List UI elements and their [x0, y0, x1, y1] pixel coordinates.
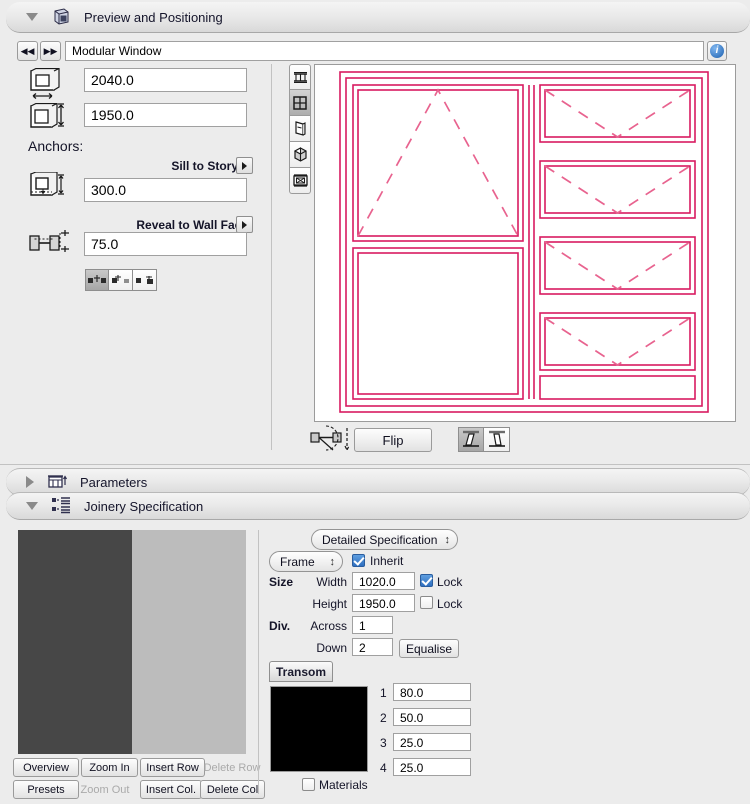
- width-lock-label: Lock: [437, 575, 463, 589]
- height-lock-label: Lock: [437, 597, 463, 611]
- size-label: Size: [269, 575, 294, 589]
- joinery-list-icon: [50, 495, 72, 517]
- section-title-joinery: Joinery Specification: [84, 498, 204, 514]
- reveal-anchor-field[interactable]: 75.0: [84, 232, 247, 256]
- section-separator-top: [0, 464, 750, 465]
- chevron-right-icon: [242, 161, 247, 170]
- info-button[interactable]: i: [707, 41, 727, 61]
- orientation-right[interactable]: [484, 427, 510, 452]
- window-width-icon: [28, 68, 62, 100]
- div-label: Div.: [269, 619, 291, 633]
- section-header-joinery[interactable]: Joinery Specification: [6, 492, 750, 520]
- anchors-label: Anchors:: [28, 138, 84, 154]
- transom-field-4[interactable]: 25.0: [393, 758, 471, 776]
- insert-row-button[interactable]: Insert Row: [140, 758, 205, 777]
- chevron-right-icon: [242, 220, 247, 229]
- reveal-anchor-icon: [28, 228, 74, 258]
- sill-anchor-popup-button[interactable]: [236, 157, 253, 174]
- sill-anchor-field[interactable]: 300.0: [84, 178, 247, 202]
- part-selector-popup[interactable]: Frame: [269, 551, 343, 572]
- view-mode-elevation[interactable]: [289, 90, 311, 116]
- joinery-thumbnail[interactable]: [18, 530, 246, 754]
- thumbnail-left-pane: [18, 530, 132, 754]
- flip-button[interactable]: Flip: [354, 428, 432, 452]
- transom-field-3[interactable]: 25.0: [393, 733, 471, 751]
- disclosure-triangle-icon[interactable]: [26, 13, 38, 21]
- transom-index-1: 1: [380, 686, 387, 700]
- width-label: Width: [316, 575, 347, 589]
- joinery-height-field[interactable]: 1950.0: [352, 594, 415, 612]
- previous-object-button[interactable]: ◀◀: [17, 41, 38, 61]
- preview-canvas[interactable]: [314, 64, 736, 422]
- transom-field-1[interactable]: 80.0: [393, 683, 471, 701]
- view-mode-buttons[interactable]: [289, 64, 311, 194]
- anchor-mode-center[interactable]: [85, 269, 109, 291]
- view-mode-plan[interactable]: [289, 64, 311, 90]
- window-elevation-drawing: [339, 71, 709, 413]
- panel-divider: [271, 64, 272, 450]
- down-label: Down: [316, 641, 347, 655]
- inherit-label: Inherit: [370, 554, 404, 568]
- equalise-button[interactable]: Equalise: [399, 639, 459, 658]
- reveal-anchor-popup-button[interactable]: [236, 216, 253, 233]
- view-mode-3d[interactable]: [289, 142, 311, 168]
- thumbnail-right-pane: [132, 530, 246, 754]
- transom-index-3: 3: [380, 736, 387, 750]
- sill-anchor-icon: [28, 172, 68, 202]
- across-field[interactable]: 1: [352, 616, 393, 634]
- down-field[interactable]: 2: [352, 638, 393, 656]
- next-object-button[interactable]: ▶▶: [40, 41, 61, 61]
- mirror-swing-icon: [309, 424, 351, 456]
- transom-color-swatch[interactable]: [270, 686, 368, 772]
- height-label: Height: [312, 597, 347, 611]
- presets-button[interactable]: Presets: [13, 780, 79, 799]
- view-mode-section[interactable]: [289, 168, 311, 194]
- anchor-mode-left[interactable]: [109, 269, 133, 291]
- insert-col-button[interactable]: Insert Col.: [140, 780, 202, 799]
- inherit-checkbox[interactable]: [352, 554, 365, 567]
- zoom-out-button[interactable]: Zoom Out: [72, 780, 138, 799]
- delete-row-button[interactable]: Delete Row: [197, 758, 267, 777]
- view-mode-side[interactable]: [289, 116, 311, 142]
- transom-tab[interactable]: Transom: [269, 661, 333, 682]
- materials-checkbox[interactable]: [302, 778, 315, 791]
- transom-field-2[interactable]: 50.0: [393, 708, 471, 726]
- height-field[interactable]: 1950.0: [84, 103, 247, 127]
- anchor-mode-right[interactable]: [133, 269, 157, 291]
- object-name-field[interactable]: Modular Window: [65, 41, 704, 61]
- across-label: Across: [310, 619, 347, 633]
- section-header-preview[interactable]: Preview and Positioning: [6, 2, 750, 33]
- transom-index-4: 4: [380, 761, 387, 775]
- disclosure-triangle-icon[interactable]: [26, 502, 38, 510]
- joinery-width-field[interactable]: 1020.0: [352, 572, 415, 590]
- section-title-parameters: Parameters: [80, 474, 148, 490]
- materials-label: Materials: [319, 778, 368, 792]
- zoom-in-button[interactable]: Zoom In: [81, 758, 138, 777]
- orientation-left[interactable]: [458, 427, 484, 452]
- info-icon: i: [710, 44, 724, 58]
- disclosure-triangle-icon[interactable]: [26, 476, 34, 488]
- transom-index-2: 2: [380, 711, 387, 725]
- anchor-mode-segmented-control[interactable]: [85, 269, 157, 291]
- window-height-icon: [28, 103, 68, 131]
- section-title-preview: Preview and Positioning: [84, 9, 223, 25]
- width-lock-checkbox[interactable]: [420, 574, 433, 587]
- orientation-segmented-control[interactable]: [458, 427, 510, 452]
- specification-mode-popup[interactable]: Detailed Specification: [311, 529, 458, 550]
- preview-cube-icon: [50, 6, 72, 28]
- height-lock-checkbox[interactable]: [420, 596, 433, 609]
- width-field[interactable]: 2040.0: [84, 68, 247, 92]
- joinery-panel-divider: [258, 530, 259, 794]
- delete-col-button[interactable]: Delete Col: [200, 780, 265, 799]
- reveal-anchor-label: Reveal to Wall Face: [136, 218, 248, 232]
- parameters-icon: [46, 471, 68, 493]
- overview-button[interactable]: Overview: [13, 758, 79, 777]
